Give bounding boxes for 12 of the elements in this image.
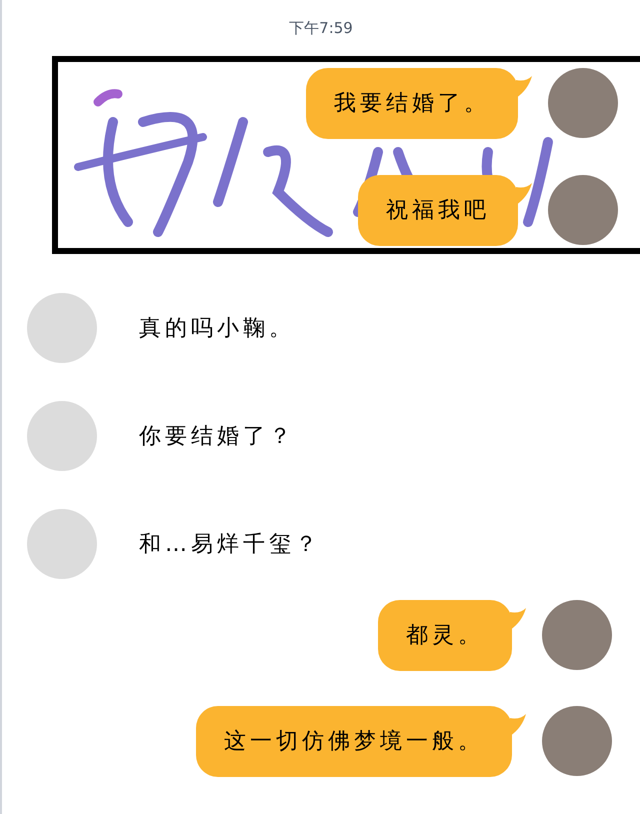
- message-text: 真的吗小鞠。: [139, 314, 295, 342]
- message-bubble: 都灵。: [378, 600, 512, 671]
- message-text: 和…易烊千玺？: [139, 530, 321, 558]
- status-time: 下午7:59: [289, 18, 353, 39]
- message-bubble: 这一切仿佛梦境一般。: [196, 706, 512, 777]
- bubble-tail: [516, 76, 532, 98]
- message-bubble: 祝福我吧: [358, 175, 518, 246]
- message-bubble: 我要结婚了。: [306, 68, 518, 139]
- bubble-tail: [516, 183, 532, 205]
- message-text: 你要结婚了？: [139, 422, 295, 450]
- bubble-tail: [510, 608, 526, 630]
- bubble-tail: [510, 714, 526, 736]
